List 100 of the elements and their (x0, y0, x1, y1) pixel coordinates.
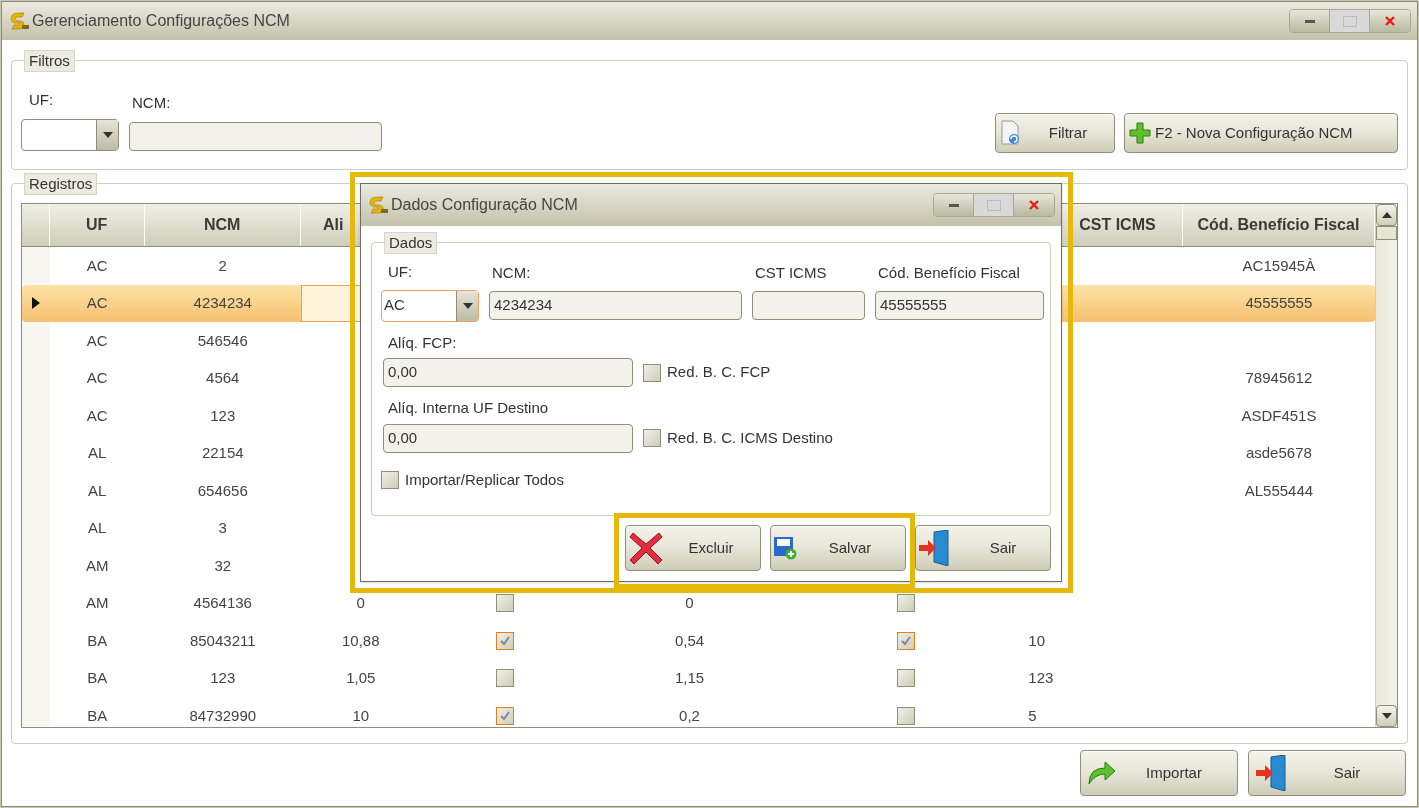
scroll-thumb[interactable] (1376, 226, 1397, 240)
dialog-button[interactable]: Sair (915, 525, 1051, 571)
field-label: Alíq. Interna UF Destino (387, 398, 550, 418)
table-cell-text: 78945612 (1245, 368, 1313, 388)
checkbox[interactable] (643, 363, 661, 382)
checkbox[interactable] (643, 429, 661, 447)
table-cell-text: 123 (1028, 668, 1054, 688)
table-cell-text: AC (86, 405, 108, 426)
table-cell-text: AC (86, 293, 108, 313)
benefit-code-field[interactable]: 45555555 (875, 290, 1044, 320)
down-arrow-icon (1381, 713, 1392, 719)
table-cell-text: AL555444 (1244, 480, 1314, 501)
table-cell-text: AM (85, 555, 109, 576)
window-title: Gerenciamento Configurações NCM (32, 11, 291, 31)
table-cell-text: 4564136 (193, 593, 252, 613)
table-cell-text: AC (86, 368, 108, 388)
uf-dropdown[interactable]: AC (381, 289, 479, 322)
table-cell-text: 4564 (206, 368, 240, 388)
table-cell-text: BA (87, 630, 108, 651)
close-button[interactable] (1370, 10, 1410, 32)
table-checkbox[interactable] (897, 706, 916, 725)
dialog-title: Dados Configuração NCM (391, 195, 579, 215)
field-label: Alíq. FCP: (387, 332, 458, 353)
cross-icon (628, 530, 664, 566)
save-icon (773, 536, 797, 560)
dialog-button[interactable]: Salvar (770, 525, 906, 571)
table-checkbox[interactable] (897, 594, 916, 613)
table-cell-text: 2 (218, 255, 227, 276)
close-icon (1384, 15, 1396, 27)
table-cell-text: AM (85, 593, 109, 613)
table-cell-text: asde5678 (1245, 443, 1312, 463)
table-cell-text: 0,54 (674, 630, 705, 651)
group-legend: Dados (384, 232, 438, 254)
table-checkbox[interactable] (496, 594, 515, 613)
table-cell-text: 10,88 (341, 630, 380, 651)
table-cell-text: 5 (1028, 705, 1037, 726)
rate-field[interactable]: 0,00 (383, 423, 633, 453)
checkmark-icon (499, 709, 512, 722)
table-cell-text: 546546 (197, 330, 248, 351)
table-cell-text: 123 (210, 405, 236, 426)
checkbox-label: Red. B. C. ICMS Destino (667, 427, 833, 448)
curved-arrow-icon (1087, 760, 1117, 786)
field-label: UF: (28, 89, 55, 110)
table-cell-text: AL (88, 443, 107, 463)
close-button[interactable] (1014, 194, 1054, 216)
checkbox-label: Importar/Replicar Todos (405, 469, 564, 490)
checkbox-label: Red. B. C. FCP (667, 362, 771, 383)
table-checkbox[interactable] (496, 669, 515, 688)
uf-dropdown[interactable] (21, 119, 119, 151)
table-checkbox[interactable] (496, 706, 515, 725)
table-cell-text: 123 (210, 668, 236, 688)
table-checkbox[interactable] (496, 631, 515, 650)
footer-button[interactable]: Importar (1080, 750, 1238, 796)
table-cell-text: 0 (356, 593, 365, 613)
logo-icon (367, 195, 389, 215)
table-cell-text: BA (87, 705, 108, 726)
table-cell-text: 654656 (197, 480, 248, 501)
scroll-up-button[interactable] (1376, 204, 1397, 226)
rate-field[interactable]: 0,00 (383, 358, 633, 387)
table-cell-text: 85043211 (189, 630, 256, 651)
table-cell-text: 84732990 (189, 705, 257, 726)
minimize-button[interactable] (934, 194, 974, 216)
table-cell-text: 3 (218, 518, 227, 538)
up-arrow-icon (1381, 212, 1392, 218)
column-header[interactable]: UF (49, 204, 145, 246)
table-cell-text: 32 (214, 555, 232, 576)
toolbar-button[interactable]: Filtrar (995, 113, 1115, 153)
group-legend: Filtros (24, 50, 75, 72)
ncm-field[interactable] (129, 122, 382, 151)
checkbox[interactable] (381, 470, 399, 489)
toolbar-button[interactable]: F2 - Nova Configuração NCM (1124, 113, 1398, 153)
table-cell-text: AC (86, 255, 108, 276)
ncm-field[interactable]: 4234234 (489, 290, 742, 320)
table-cell-text: 0 (685, 593, 694, 613)
table-cell-text: AC15945À (1242, 255, 1316, 276)
table-cell-text: 4234234 (193, 293, 252, 313)
minimize-button[interactable] (1290, 10, 1330, 32)
field-label: NCM: (491, 263, 532, 283)
group-legend: Registros (24, 173, 98, 195)
field-label: UF: (387, 262, 414, 282)
column-header[interactable]: NCM (144, 204, 301, 246)
checkmark-icon (900, 634, 913, 647)
footer-button[interactable]: Sair (1248, 750, 1406, 796)
table-cell-text: 22154 (201, 443, 244, 463)
table-cell-text: 0,2 (679, 705, 700, 726)
field-label: CST ICMS (754, 263, 828, 283)
table-cell-text: 1,05 (346, 668, 376, 688)
field-label: NCM: (131, 92, 172, 113)
checkmark-icon (499, 634, 512, 647)
table-cell-text: AC (86, 330, 108, 351)
table-cell-text: BA (87, 668, 108, 688)
scrollbar[interactable] (1375, 204, 1397, 727)
caret-icon (462, 302, 473, 309)
table-checkbox[interactable] (897, 631, 916, 650)
scroll-down-button[interactable] (1376, 705, 1397, 727)
table-checkbox[interactable] (897, 669, 916, 688)
dialog-button[interactable]: Excluir (625, 525, 761, 571)
logo-icon (8, 11, 30, 31)
cst-icms-field[interactable] (752, 290, 865, 320)
close-icon (1028, 199, 1040, 211)
